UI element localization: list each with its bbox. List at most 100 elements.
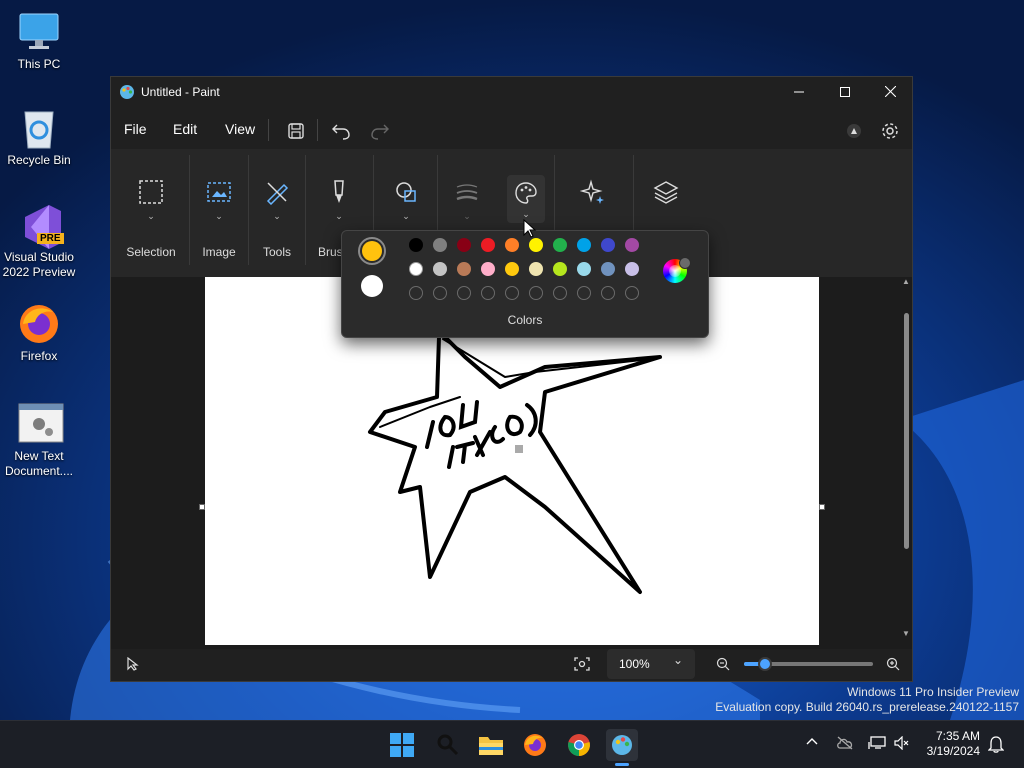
custom-color-slot[interactable] xyxy=(529,286,543,300)
colors-flyout: Colors xyxy=(341,230,709,338)
network-status[interactable] xyxy=(868,736,886,755)
zoom-dropdown[interactable]: 100% ⌄ xyxy=(607,649,695,679)
onedrive-status[interactable] xyxy=(836,736,854,755)
ribbon-colors-group[interactable]: ⌄ xyxy=(507,175,545,223)
palette-color-swatch[interactable] xyxy=(505,262,519,276)
palette-color-swatch[interactable] xyxy=(601,262,615,276)
taskbar: 7:35 AM 3/19/2024 xyxy=(0,720,1024,768)
palette-color-swatch[interactable] xyxy=(505,238,519,252)
save-button[interactable] xyxy=(284,119,308,143)
settings-button[interactable] xyxy=(878,119,902,143)
custom-color-slot[interactable] xyxy=(505,286,519,300)
scroll-up-icon[interactable]: ▲ xyxy=(901,277,911,287)
chevron-down-icon: ⌄ xyxy=(273,211,281,221)
chevron-up-icon xyxy=(806,738,818,745)
ribbon-selection-group[interactable]: ⌄ Selection xyxy=(113,149,189,277)
notifications-button[interactable] xyxy=(987,735,1005,758)
mouse-cursor xyxy=(523,219,537,238)
undo-button[interactable] xyxy=(329,119,353,143)
maximize-button[interactable] xyxy=(822,77,868,107)
windows-watermark: Windows 11 Pro Insider Preview Evaluatio… xyxy=(715,685,1019,715)
custom-color-slot[interactable] xyxy=(457,286,471,300)
paint-taskbar-button[interactable] xyxy=(606,729,638,766)
custom-color-slot[interactable] xyxy=(553,286,567,300)
redo-icon xyxy=(371,124,389,140)
recycle-bin-icon xyxy=(17,106,61,150)
search-icon xyxy=(437,734,459,756)
minimize-button[interactable] xyxy=(776,77,822,107)
title-bar[interactable]: Untitled - Paint xyxy=(111,77,912,107)
zoom-slider-thumb[interactable] xyxy=(758,657,772,671)
menu-edit[interactable]: Edit xyxy=(173,121,197,137)
scroll-down-icon[interactable]: ▼ xyxy=(901,629,911,639)
sparkle-icon xyxy=(580,179,604,204)
vertical-scrollbar[interactable]: ▲ ▼ xyxy=(901,277,911,647)
desktop-icon-new-text-document[interactable]: New Text Document.... xyxy=(0,402,78,479)
desktop-icon-this-pc[interactable]: This PC xyxy=(0,10,78,72)
palette-color-swatch[interactable] xyxy=(553,238,567,252)
scroll-thumb[interactable] xyxy=(904,313,909,549)
palette-color-swatch[interactable] xyxy=(577,262,591,276)
custom-color-slot[interactable] xyxy=(409,286,423,300)
custom-color-slot[interactable] xyxy=(481,286,495,300)
shapes-icon xyxy=(396,182,416,202)
palette-color-swatch[interactable] xyxy=(625,238,639,252)
menu-file[interactable]: File xyxy=(124,121,147,137)
secondary-color-swatch[interactable] xyxy=(361,275,383,297)
desktop-icon-label: Firefox xyxy=(20,349,58,363)
palette-color-swatch[interactable] xyxy=(529,238,543,252)
firefox-taskbar-button[interactable] xyxy=(519,729,551,761)
custom-color-slot[interactable] xyxy=(601,286,615,300)
palette-color-swatch[interactable] xyxy=(457,262,471,276)
palette-color-swatch[interactable] xyxy=(529,262,543,276)
desktop-icon-recycle-bin[interactable]: Recycle Bin xyxy=(0,106,78,168)
account-button[interactable] xyxy=(842,119,866,143)
tools-icon xyxy=(266,182,289,205)
palette-color-swatch[interactable] xyxy=(601,238,615,252)
volume-status[interactable] xyxy=(894,735,910,755)
primary-color-swatch[interactable] xyxy=(358,237,386,265)
palette-color-swatch[interactable] xyxy=(409,262,423,276)
fit-to-window-button[interactable] xyxy=(574,657,590,676)
document-gear-icon xyxy=(17,402,64,446)
start-button[interactable] xyxy=(386,729,418,761)
taskbar-clock[interactable]: 7:35 AM 3/19/2024 xyxy=(927,729,980,759)
show-hidden-icons-button[interactable] xyxy=(805,735,819,754)
resize-handle-left[interactable] xyxy=(199,504,205,510)
zoom-in-button[interactable] xyxy=(886,657,900,676)
palette-color-swatch[interactable] xyxy=(409,238,423,252)
resize-handle-right[interactable] xyxy=(819,504,825,510)
zoom-out-button[interactable] xyxy=(716,657,730,676)
palette-color-swatch[interactable] xyxy=(481,262,495,276)
custom-color-slot[interactable] xyxy=(625,286,639,300)
ribbon-tools-group[interactable]: ⌄ Tools xyxy=(249,149,305,277)
palette-color-swatch[interactable] xyxy=(433,238,447,252)
ribbon-image-group[interactable]: ⌄ Image xyxy=(191,149,247,277)
custom-color-slot[interactable] xyxy=(433,286,447,300)
palette-color-swatch[interactable] xyxy=(457,238,471,252)
zoom-slider[interactable] xyxy=(744,657,873,671)
palette-color-swatch[interactable] xyxy=(433,262,447,276)
account-icon xyxy=(847,124,861,138)
desktop-icon-firefox[interactable]: Firefox xyxy=(0,302,78,364)
status-bar: 100% ⌄ xyxy=(111,649,912,681)
edit-colors-button[interactable] xyxy=(663,257,691,283)
firefox-icon xyxy=(17,302,61,346)
file-explorer-button[interactable] xyxy=(475,729,507,761)
close-button[interactable] xyxy=(867,77,913,107)
palette-color-swatch[interactable] xyxy=(481,238,495,252)
redo-button[interactable] xyxy=(368,119,392,143)
desktop-icon-visual-studio[interactable]: PRE Visual Studio 2022 Preview xyxy=(0,203,78,280)
chrome-taskbar-button[interactable] xyxy=(563,729,595,761)
desktop-icon-label: Visual Studio 2022 Preview xyxy=(2,250,76,279)
custom-color-slot[interactable] xyxy=(577,286,591,300)
watermark-build: Evaluation copy. Build 26040.rs_prerelea… xyxy=(715,700,1019,714)
search-button[interactable] xyxy=(432,729,464,761)
palette-color-swatch[interactable] xyxy=(577,238,591,252)
chevron-down-icon: ⌄ xyxy=(402,211,410,221)
palette-color-swatch[interactable] xyxy=(553,262,567,276)
menu-view[interactable]: View xyxy=(225,121,255,137)
monitor-icon xyxy=(17,10,61,54)
palette-color-swatch[interactable] xyxy=(625,262,639,276)
window-title: Untitled - Paint xyxy=(141,85,220,99)
